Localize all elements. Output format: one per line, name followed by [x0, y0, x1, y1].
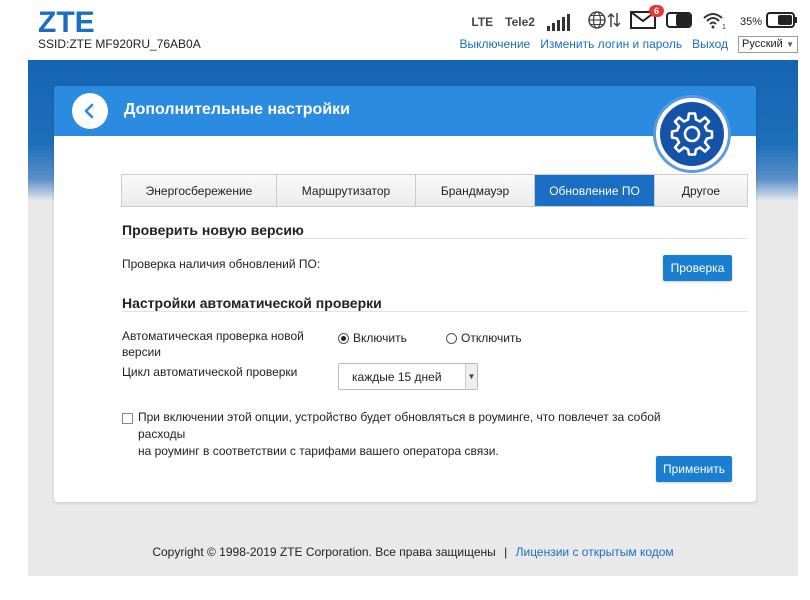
top-header: ZTE SSID:ZTE MF920RU_76AB0A LTE Tele2 6 … — [28, 0, 798, 60]
change-login-link[interactable]: Изменить логин и пароль — [540, 37, 682, 51]
signal-strength-icon — [546, 13, 572, 31]
chevron-left-icon — [84, 103, 94, 119]
settings-gear-icon — [656, 98, 728, 170]
settings-tabs: Энергосбережение Маршрутизатор Брандмауэ… — [121, 174, 748, 207]
messages-icon[interactable]: 6 — [629, 4, 664, 34]
radio-enable-button[interactable] — [338, 332, 349, 344]
language-value: Русский — [742, 38, 783, 50]
cycle-value: каждые 15 дней — [352, 369, 442, 384]
tab-power-saving[interactable]: Энергосбережение — [122, 175, 277, 206]
status-bar: LTE Tele2 6 1 35% — [471, 4, 798, 35]
copyright-text: Copyright © 1998-2019 ZTE Corporation. В… — [152, 545, 496, 559]
auto-check-label-line2: версии — [122, 345, 161, 359]
network-type: LTE — [471, 15, 494, 29]
divider — [122, 311, 748, 312]
cycle-label: Цикл автоматической проверки — [122, 365, 298, 379]
language-select[interactable]: Русский ▼ — [738, 35, 798, 53]
tab-firewall[interactable]: Брандмауэр — [416, 175, 535, 206]
shutdown-link[interactable]: Выключение — [460, 37, 531, 51]
radio-enable-label: Включить — [353, 331, 407, 345]
chevron-down-icon: ▼ — [465, 364, 477, 389]
internet-connection-icon — [588, 10, 622, 35]
svg-text:1: 1 — [722, 24, 726, 30]
apply-button[interactable]: Применить — [656, 456, 732, 482]
roaming-description: При включении этой опции, устройство буд… — [138, 409, 678, 460]
operator-name: Tele2 — [505, 15, 535, 29]
chevron-down-icon: ▼ — [786, 39, 794, 49]
tab-other[interactable]: Другое — [655, 175, 747, 206]
tab-router[interactable]: Маршрутизатор — [277, 175, 416, 206]
auto-check-label-line1: Автоматическая проверка новой — [122, 329, 304, 343]
check-button[interactable]: Проверка — [663, 255, 732, 281]
tab-firmware-update[interactable]: Обновление ПО — [535, 175, 655, 206]
footer-separator: | — [504, 545, 508, 559]
check-updates-label: Проверка наличия обновлений ПО: — [122, 257, 321, 271]
back-button[interactable] — [72, 93, 108, 129]
settings-card: Дополнительные настройки Энергосбережени… — [54, 86, 756, 502]
radio-disable-button[interactable] — [446, 332, 457, 344]
sim-card-icon — [665, 11, 692, 34]
battery-icon — [766, 11, 798, 34]
messages-badge: 6 — [648, 4, 664, 17]
card-header: Дополнительные настройки — [54, 86, 756, 136]
page: ZTE SSID:ZTE MF920RU_76AB0A LTE Tele2 6 … — [0, 0, 810, 600]
cycle-select[interactable]: каждые 15 дней ▼ — [338, 363, 478, 390]
zte-logo: ZTE — [38, 6, 95, 39]
radio-disable-label: Отключить — [461, 331, 522, 345]
roaming-checkbox[interactable] — [122, 413, 133, 424]
open-source-licenses-link[interactable]: Лицензии с открытым кодом — [516, 545, 674, 559]
radio-disable[interactable]: Отключить — [446, 331, 522, 345]
battery-percent: 35% — [739, 16, 762, 28]
check-version-heading: Проверить новую версию — [122, 222, 304, 238]
roaming-text-line1: При включении этой опции, устройство буд… — [138, 410, 661, 441]
divider — [122, 238, 748, 239]
radio-enable[interactable]: Включить — [338, 331, 407, 345]
footer: Copyright © 1998-2019 ZTE Corporation. В… — [28, 545, 798, 559]
logout-link[interactable]: Выход — [692, 37, 728, 51]
page-title: Дополнительные настройки — [124, 101, 350, 118]
ssid-label: SSID:ZTE MF920RU_76AB0A — [38, 37, 201, 51]
roaming-text-line2: на роуминг в соответствии с тарифами ваш… — [138, 444, 499, 458]
header-links: Выключение Изменить логин и пароль Выход… — [450, 35, 798, 53]
auto-check-heading: Настройки автоматической проверки — [122, 295, 382, 311]
wifi-icon: 1 — [702, 10, 728, 35]
